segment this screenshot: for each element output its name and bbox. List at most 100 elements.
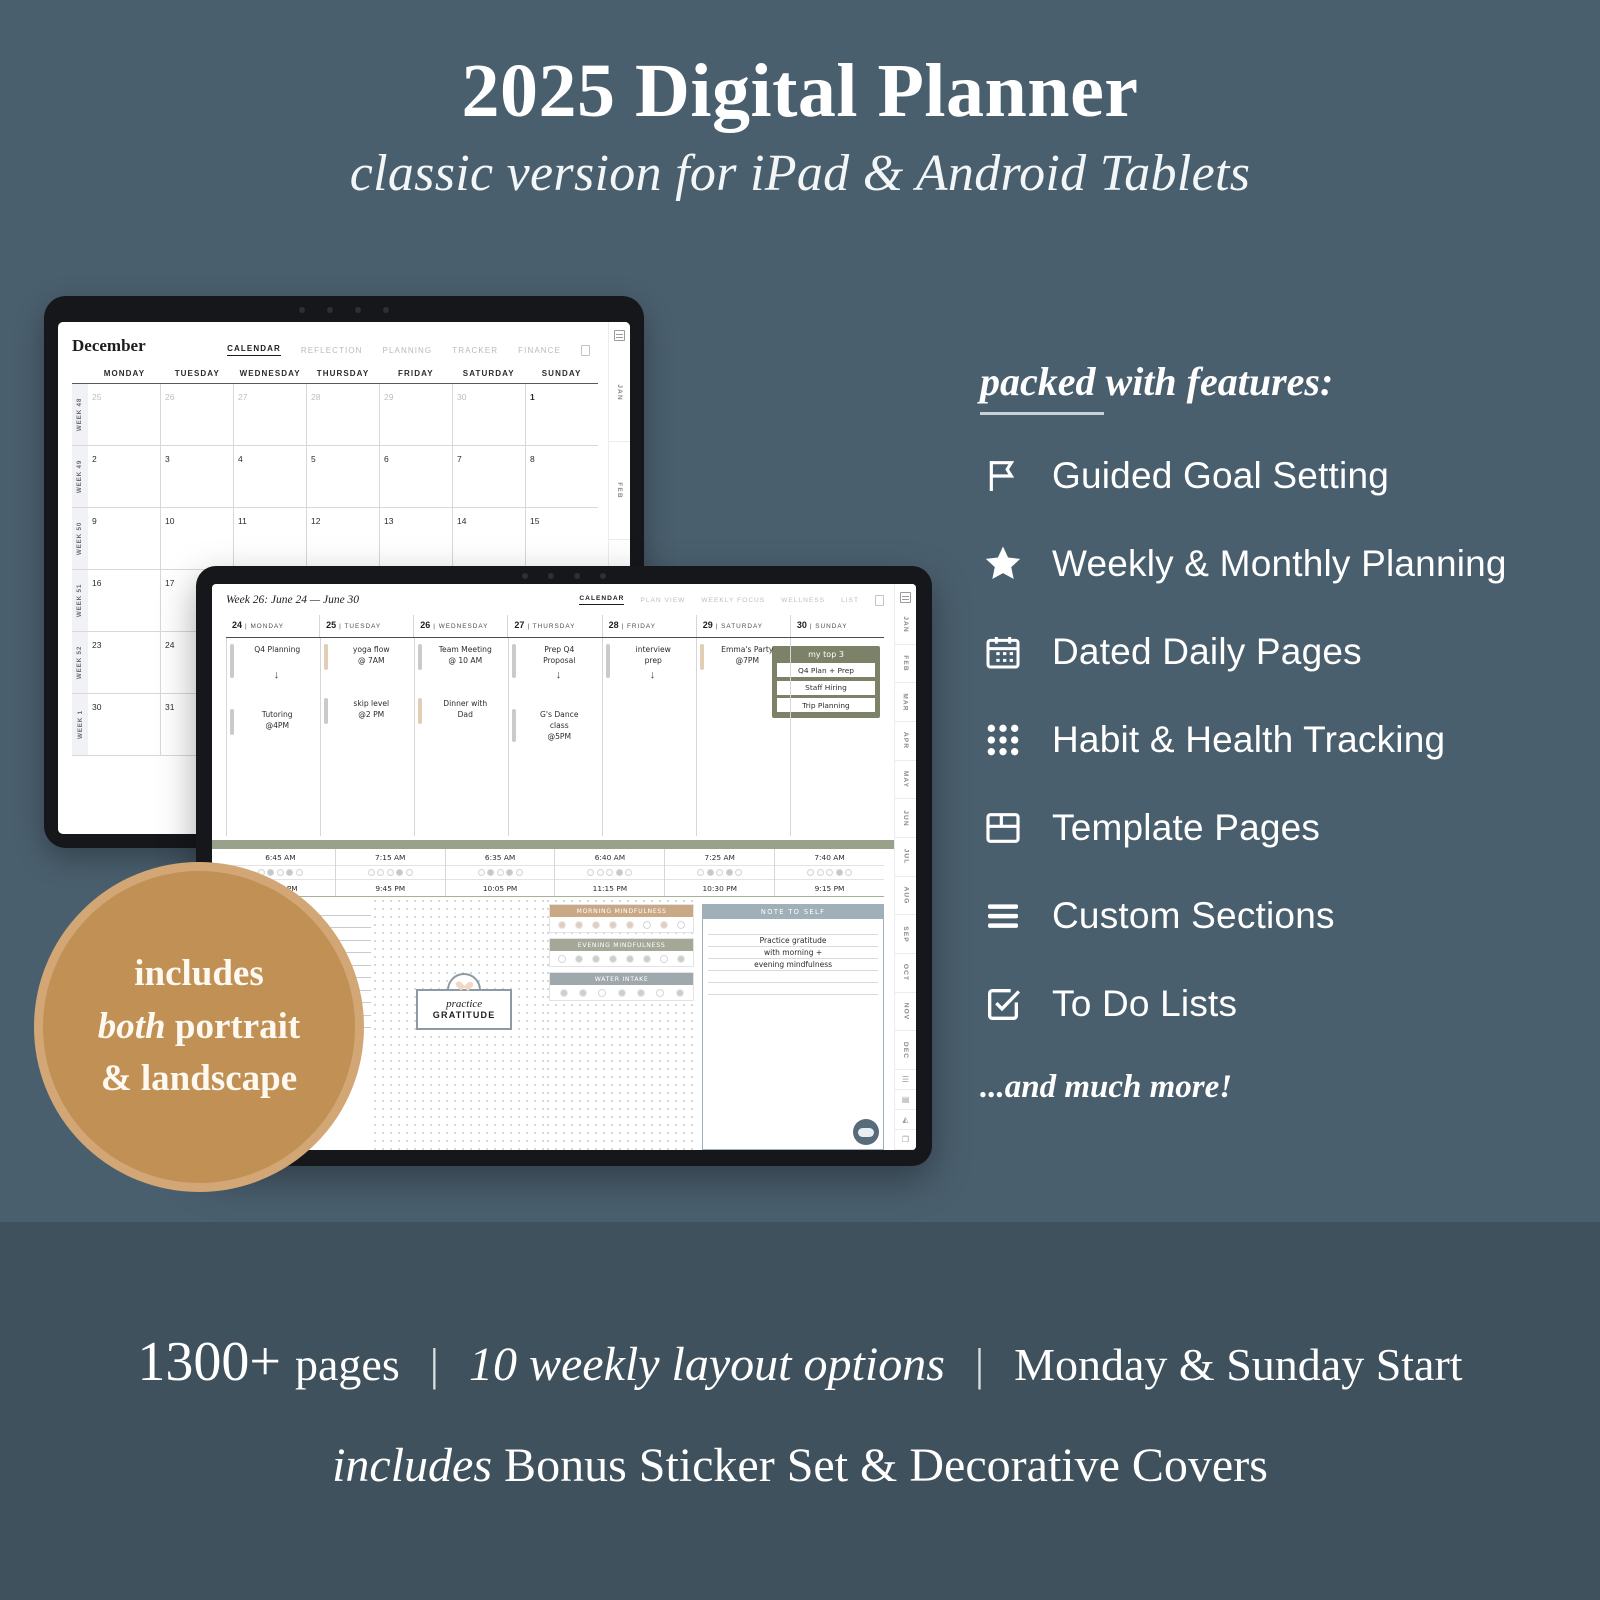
- tracker-dot[interactable]: [367, 869, 375, 876]
- tracker-dot[interactable]: [816, 869, 824, 876]
- rail-month-sep[interactable]: SEP: [895, 915, 916, 955]
- tab-tracker[interactable]: TRACKER: [452, 346, 498, 355]
- rail-month-nov[interactable]: NOV: [895, 993, 916, 1032]
- tracker-dot[interactable]: [642, 920, 651, 929]
- habit-tracker[interactable]: MORNING MINDFULNESS: [549, 904, 695, 933]
- note-to-self-widget[interactable]: NOTE TO SELF Practice gratitude with morn…: [702, 904, 884, 1150]
- calendar-grid-icon[interactable]: [614, 330, 625, 341]
- tracker-dot[interactable]: [697, 869, 705, 876]
- monthly-tab-bar[interactable]: CALENDAR REFLECTION PLANNING TRACKER FIN…: [227, 344, 598, 356]
- weekly-event[interactable]: interview prep ↓: [603, 644, 696, 681]
- wake-time[interactable]: 6:35 AM: [445, 849, 555, 866]
- weekly-day-column[interactable]: [790, 638, 884, 836]
- month-day-cell[interactable]: 2: [88, 446, 161, 507]
- month-day-cell[interactable]: 4: [234, 446, 307, 507]
- weekly-event[interactable]: Prep Q4 Proposal ↓: [509, 644, 602, 681]
- rail-month-jan[interactable]: JAN: [609, 344, 630, 442]
- tracker-dot[interactable]: [706, 869, 714, 876]
- month-day-cell[interactable]: 29: [380, 384, 453, 445]
- sleep-time[interactable]: 10:30 PM: [665, 880, 774, 896]
- tracker-dot[interactable]: [659, 954, 668, 963]
- list-lines-icon[interactable]: ☰: [895, 1070, 916, 1091]
- weekly-day-column[interactable]: Emma's Party @7PM: [696, 638, 790, 836]
- month-day-cell[interactable]: 3: [161, 446, 234, 507]
- weekly-day-column[interactable]: yoga flow @ 7AM skip level @2 PM: [320, 638, 414, 836]
- tracker-dot[interactable]: [807, 869, 815, 876]
- tracker-dot[interactable]: [579, 988, 587, 997]
- weekly-event[interactable]: Dinner with Dad: [415, 698, 508, 724]
- tracker-dot[interactable]: [386, 869, 394, 876]
- note-to-self-line[interactable]: [708, 923, 878, 935]
- month-day-cell[interactable]: 26: [161, 384, 234, 445]
- weekly-event[interactable]: Q4 Planning ↓: [227, 644, 320, 681]
- tracker-dot[interactable]: [477, 869, 485, 876]
- weekly-event[interactable]: yoga flow @ 7AM: [321, 644, 414, 670]
- month-day-cell[interactable]: 9: [88, 508, 161, 569]
- tracker-dot[interactable]: [636, 988, 645, 997]
- tab-planning[interactable]: PLANNING: [383, 346, 433, 355]
- habit-tracker-dots[interactable]: [550, 985, 693, 1000]
- rail-month-feb[interactable]: FEB: [895, 645, 916, 684]
- tracker-dot[interactable]: [642, 954, 651, 963]
- tracker-dot[interactable]: [826, 869, 834, 876]
- month-day-cell[interactable]: 8: [526, 446, 598, 507]
- tracker-dot[interactable]: [845, 869, 853, 876]
- month-day-cell[interactable]: 7: [453, 446, 526, 507]
- tracker-dot[interactable]: [396, 869, 404, 876]
- weekly-day-column[interactable]: Team Meeting @ 10 AM Dinner with Dad: [414, 638, 508, 836]
- habit-tracker-dots[interactable]: [550, 917, 693, 932]
- bookmark-icon[interactable]: ❐: [895, 1130, 916, 1150]
- tracker-dot[interactable]: [617, 988, 626, 997]
- tracker-dot[interactable]: [267, 869, 275, 876]
- tracker-dot[interactable]: [835, 869, 843, 876]
- weekly-tab-bar[interactable]: CALENDAR PLAN VIEW WEEKLY FOCUS WELLNESS…: [579, 594, 884, 606]
- layout-icon[interactable]: ▤: [895, 1090, 916, 1111]
- tracker-dot[interactable]: [295, 869, 303, 876]
- month-day-cell[interactable]: 10: [161, 508, 234, 569]
- tracker-dot[interactable]: [626, 920, 635, 929]
- tracker-dot[interactable]: [596, 869, 604, 876]
- sleep-time[interactable]: 10:05 PM: [446, 880, 555, 896]
- tracker-dot[interactable]: [609, 954, 618, 963]
- tab-finance[interactable]: FINANCE: [518, 346, 561, 355]
- month-day-cell[interactable]: 1: [526, 384, 598, 445]
- tab-wellness[interactable]: WELLNESS: [781, 597, 825, 604]
- weekly-day-column[interactable]: interview prep ↓: [602, 638, 696, 836]
- tracker-dot[interactable]: [676, 954, 685, 963]
- rail-month-jan[interactable]: JAN: [895, 606, 916, 645]
- tracker-dot[interactable]: [598, 988, 607, 997]
- tracker-dot[interactable]: [515, 869, 523, 876]
- month-day-cell[interactable]: 14: [453, 508, 526, 569]
- rail-month-mar[interactable]: MAR: [895, 683, 916, 723]
- tracker-dot[interactable]: [675, 988, 684, 997]
- tracker-dot[interactable]: [487, 869, 495, 876]
- weekly-habit-trackers[interactable]: MORNING MINDFULNESS EVENING MINDFULNESS WA…: [544, 897, 699, 1150]
- month-day-cell[interactable]: 28: [307, 384, 380, 445]
- tracker-dot[interactable]: [592, 920, 601, 929]
- rail-month-jul[interactable]: JUL: [895, 838, 916, 877]
- wake-time[interactable]: 7:15 AM: [335, 849, 445, 866]
- month-day-cell[interactable]: 5: [307, 446, 380, 507]
- note-to-self-line[interactable]: [708, 971, 878, 983]
- sticker-icon[interactable]: ◭: [895, 1110, 916, 1131]
- note-to-self-line[interactable]: evening mindfulness: [708, 959, 878, 971]
- tracker-dot[interactable]: [625, 869, 633, 876]
- calendar-grid-icon[interactable]: [900, 592, 911, 603]
- weekly-event[interactable]: Emma's Party @7PM: [697, 644, 790, 670]
- tracker-dot[interactable]: [575, 920, 584, 929]
- weekly-month-rail[interactable]: JAN FEB MAR APR MAY JUN JUL AUG SEP OCT NOV DEC ☰ ▤ ◭ ❐: [894, 584, 916, 1150]
- tracker-dot[interactable]: [506, 869, 514, 876]
- page-icon[interactable]: [581, 344, 590, 356]
- weekly-event[interactable]: Team Meeting @ 10 AM: [415, 644, 508, 670]
- habit-tracker[interactable]: EVENING MINDFULNESS: [549, 938, 695, 967]
- weekly-event[interactable]: G's Dance class @5PM: [509, 709, 602, 742]
- sleep-quality-dots[interactable]: [665, 866, 775, 880]
- month-day-cell[interactable]: 13: [380, 508, 453, 569]
- tracker-dot[interactable]: [286, 869, 294, 876]
- month-day-cell[interactable]: 16: [88, 570, 161, 631]
- sleep-quality-dots[interactable]: [335, 866, 445, 880]
- tracker-dot[interactable]: [609, 920, 618, 929]
- tab-weekly-focus[interactable]: WEEKLY FOCUS: [701, 597, 765, 604]
- wake-time[interactable]: 6:45 AM: [226, 849, 335, 866]
- month-day-cell[interactable]: 15: [526, 508, 598, 569]
